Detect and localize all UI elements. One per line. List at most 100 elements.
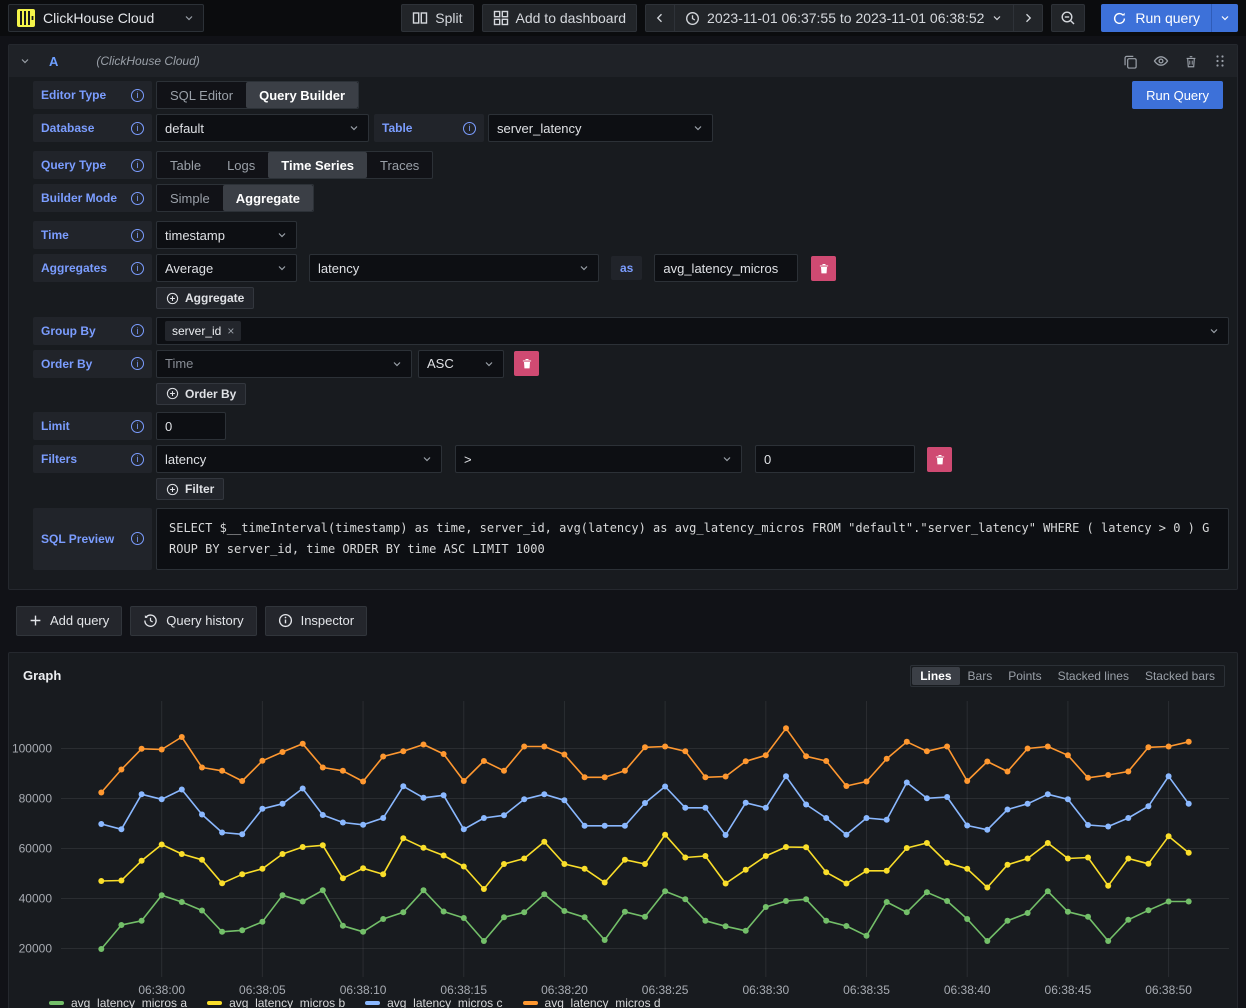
view-option-stacked-bars[interactable]: Stacked bars: [1137, 667, 1223, 685]
time-range-back-button[interactable]: [645, 4, 675, 32]
info-icon[interactable]: i: [131, 262, 144, 275]
group-by-chip: server_id ×: [165, 321, 241, 341]
remove-order-by-button[interactable]: [514, 351, 539, 376]
filter-field-select[interactable]: latency: [156, 445, 442, 473]
table-select[interactable]: server_latency: [488, 114, 713, 142]
info-icon[interactable]: i: [131, 122, 144, 135]
run-query-panel-button[interactable]: Run Query: [1132, 81, 1223, 109]
view-option-stacked-lines[interactable]: Stacked lines: [1050, 667, 1137, 685]
svg-text:100000: 100000: [12, 741, 52, 755]
order-by-direction-select[interactable]: ASC: [418, 350, 504, 378]
chevron-down-icon: [991, 12, 1003, 24]
view-option-lines[interactable]: Lines: [912, 667, 959, 685]
info-icon[interactable]: i: [131, 89, 144, 102]
builder-mode-option-aggregate[interactable]: Aggregate: [223, 185, 313, 211]
hide-query-eye-icon[interactable]: [1153, 53, 1169, 69]
svg-text:06:38:45: 06:38:45: [1045, 983, 1092, 995]
add-filter-sub-row: Filter: [156, 478, 1231, 501]
zoom-out-button[interactable]: [1051, 4, 1085, 32]
delete-query-trash-icon[interactable]: [1184, 54, 1198, 69]
timeseries-chart[interactable]: 2000040000600008000010000006:38:0006:38:…: [9, 693, 1237, 995]
chevron-down-icon: [183, 12, 195, 24]
info-icon[interactable]: i: [131, 229, 144, 242]
add-order-by-button[interactable]: Order By: [156, 383, 246, 405]
query-type-row: Query Type i Table Logs Time Series Trac…: [33, 151, 1231, 179]
trash-icon: [521, 357, 533, 370]
add-filter-button[interactable]: Filter: [156, 478, 224, 500]
chevron-down-icon: [276, 262, 288, 274]
collapse-chevron-icon[interactable]: [19, 55, 31, 67]
chart-legend: avg_latency_micros a avg_latency_micros b…: [49, 996, 661, 1008]
query-type-option-traces[interactable]: Traces: [367, 152, 432, 178]
plus-icon: [29, 614, 42, 627]
history-icon: [143, 613, 158, 628]
group-by-multiselect[interactable]: server_id ×: [156, 317, 1229, 345]
remove-chip-icon[interactable]: ×: [227, 324, 234, 338]
limit-label: Limit i: [33, 412, 152, 440]
info-icon[interactable]: i: [131, 357, 144, 370]
datasource-picker[interactable]: ClickHouse Cloud: [8, 4, 204, 32]
add-order-by-sub-row: Order By: [156, 383, 1231, 406]
split-button[interactable]: Split: [401, 4, 473, 32]
add-to-dashboard-label: Add to dashboard: [516, 10, 627, 26]
limit-input[interactable]: 0: [156, 412, 226, 440]
legend-swatch: [365, 1001, 380, 1005]
remove-filter-button[interactable]: [927, 447, 952, 472]
database-select[interactable]: default: [156, 114, 369, 142]
run-query-button[interactable]: Run query: [1101, 4, 1211, 32]
query-history-button[interactable]: Query history: [130, 606, 256, 636]
drag-handle-icon[interactable]: [1213, 54, 1227, 68]
add-to-dashboard-button[interactable]: Add to dashboard: [482, 4, 638, 32]
chevron-down-icon: [1208, 325, 1220, 337]
info-icon[interactable]: i: [131, 453, 144, 466]
legend-item[interactable]: avg_latency_micros d: [523, 996, 661, 1008]
info-icon[interactable]: i: [463, 122, 476, 135]
filter-value-input[interactable]: 0: [755, 445, 915, 473]
legend-swatch: [49, 1001, 64, 1005]
order-by-label: Order By i: [33, 350, 152, 378]
chevron-down-icon: [692, 122, 704, 134]
inspector-button[interactable]: Inspector: [265, 606, 367, 636]
order-by-field-select[interactable]: Time: [156, 350, 412, 378]
info-icon[interactable]: i: [131, 532, 144, 545]
duplicate-query-icon[interactable]: [1123, 54, 1138, 69]
add-query-button[interactable]: Add query: [16, 606, 122, 636]
time-column-select[interactable]: timestamp: [156, 221, 297, 249]
info-icon[interactable]: i: [131, 324, 144, 337]
query-type-option-logs[interactable]: Logs: [214, 152, 268, 178]
info-icon[interactable]: i: [131, 420, 144, 433]
view-option-points[interactable]: Points: [1000, 667, 1049, 685]
view-option-bars[interactable]: Bars: [960, 667, 1001, 685]
legend-item[interactable]: avg_latency_micros c: [365, 996, 502, 1008]
info-circle-icon: [278, 613, 293, 628]
filter-operator-select[interactable]: >: [455, 445, 742, 473]
aggregate-column-select[interactable]: latency: [309, 254, 599, 282]
query-type-option-timeseries[interactable]: Time Series: [268, 152, 367, 178]
database-table-row: Database i default Table i server_latenc…: [33, 114, 1231, 142]
chevron-down-icon: [1219, 12, 1231, 24]
query-header[interactable]: A (ClickHouse Cloud): [9, 45, 1237, 77]
svg-text:20000: 20000: [19, 941, 53, 955]
svg-text:06:38:50: 06:38:50: [1145, 983, 1192, 995]
aggregate-alias-input[interactable]: avg_latency_micros: [654, 254, 798, 282]
editor-type-option-sql[interactable]: SQL Editor: [157, 82, 246, 108]
add-aggregate-button[interactable]: Aggregate: [156, 287, 254, 309]
run-query-split-button: Run query: [1101, 4, 1238, 32]
aggregate-function-select[interactable]: Average: [156, 254, 297, 282]
info-icon[interactable]: i: [131, 192, 144, 205]
editor-type-option-builder[interactable]: Query Builder: [246, 82, 358, 108]
time-range-forward-button[interactable]: [1014, 4, 1043, 32]
time-range-button[interactable]: 2023-11-01 06:37:55 to 2023-11-01 06:38:…: [675, 4, 1014, 32]
editor-type-row: Editor Type i SQL Editor Query Builder R…: [33, 81, 1231, 109]
group-by-label: Group By i: [33, 317, 152, 345]
builder-mode-option-simple[interactable]: Simple: [157, 185, 223, 211]
query-type-option-table[interactable]: Table: [157, 152, 214, 178]
remove-aggregate-button[interactable]: [811, 256, 836, 281]
sql-preview-row: SQL Preview i SELECT $__timeInterval(tim…: [33, 508, 1231, 570]
legend-item[interactable]: avg_latency_micros b: [207, 996, 345, 1008]
svg-text:06:38:35: 06:38:35: [843, 983, 890, 995]
legend-item[interactable]: avg_latency_micros a: [49, 996, 187, 1008]
info-icon[interactable]: i: [131, 159, 144, 172]
run-query-caret-button[interactable]: [1211, 4, 1238, 32]
builder-mode-row: Builder Mode i Simple Aggregate: [33, 184, 1231, 212]
